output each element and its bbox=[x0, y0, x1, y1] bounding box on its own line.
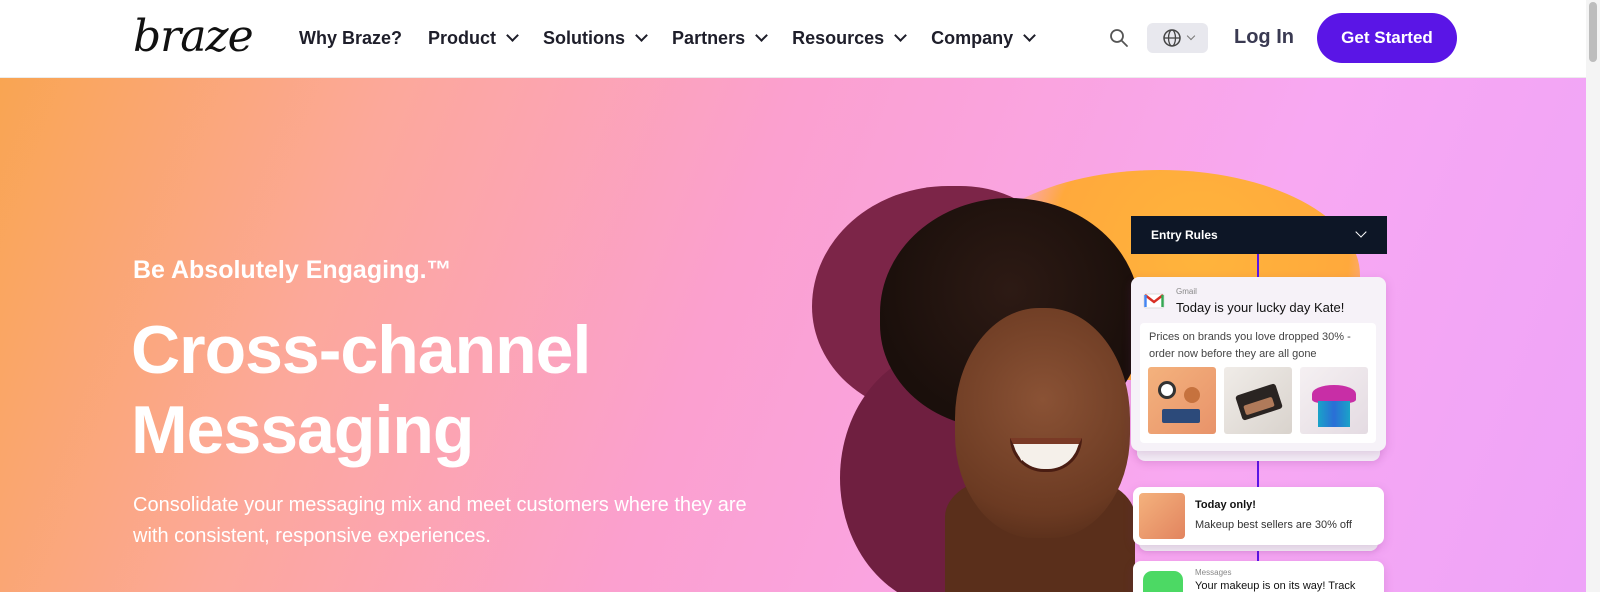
nav-item-company[interactable]: Company bbox=[931, 27, 1037, 49]
gmail-icon bbox=[1143, 293, 1165, 309]
entry-rules-bar: Entry Rules bbox=[1131, 216, 1387, 254]
product-image-makeup bbox=[1148, 367, 1216, 434]
nav-item-why-braze[interactable]: Why Braze? bbox=[299, 28, 402, 49]
gmail-body-text: Prices on brands you love dropped 30% - … bbox=[1149, 331, 1351, 360]
chevron-down-icon bbox=[506, 29, 519, 42]
hero-section: Be Absolutely Engaging.™ Cross-channel M… bbox=[0, 78, 1586, 592]
page-scrollbar[interactable] bbox=[1586, 0, 1600, 592]
main-nav: Why Braze? Product Solutions Partners Re… bbox=[299, 0, 1060, 76]
product-image-palette bbox=[1224, 367, 1292, 434]
messages-source-label: Messages bbox=[1195, 568, 1232, 577]
headline-line: Cross-channel bbox=[131, 312, 591, 388]
entry-rules-label: Entry Rules bbox=[1151, 228, 1218, 242]
chevron-down-icon bbox=[1355, 226, 1367, 238]
nav-item-resources[interactable]: Resources bbox=[792, 27, 908, 49]
braze-logo[interactable]: braze bbox=[133, 12, 254, 62]
globe-icon bbox=[1162, 29, 1181, 47]
nav-item-label: Company bbox=[931, 27, 1014, 48]
language-selector[interactable] bbox=[1147, 23, 1208, 53]
search-icon[interactable] bbox=[1108, 27, 1130, 49]
notification-text: Makeup best sellers are 30% off bbox=[1195, 519, 1352, 531]
product-image-brushes bbox=[1300, 367, 1368, 434]
chevron-down-icon bbox=[894, 29, 908, 42]
chevron-down-icon bbox=[635, 29, 648, 42]
product-image-makeup bbox=[1139, 493, 1185, 539]
login-link[interactable]: Log In bbox=[1234, 26, 1294, 49]
nav-item-label: Why Braze? bbox=[299, 27, 403, 48]
chevron-down-icon bbox=[755, 29, 768, 42]
nav-item-solutions[interactable]: Solutions bbox=[543, 27, 648, 49]
hero-tagline: Be Absolutely Engaging.™ bbox=[133, 256, 452, 284]
messages-app-icon bbox=[1143, 571, 1183, 592]
hero-headline: Cross-channel Messaging bbox=[131, 310, 831, 470]
nav-item-product[interactable]: Product bbox=[428, 27, 519, 49]
hero-subtext: Consolidate your messaging mix and meet … bbox=[133, 494, 747, 547]
get-started-button[interactable]: Get Started bbox=[1317, 13, 1457, 63]
notification-title: Today only! bbox=[1195, 499, 1256, 511]
nav-item-label: Product bbox=[428, 27, 497, 48]
gmail-message-card: Gmail Today is your lucky day Kate! Pric… bbox=[1131, 277, 1386, 451]
chevron-down-icon bbox=[1186, 31, 1195, 41]
messages-text: Your makeup is on its way! Track bbox=[1195, 580, 1356, 592]
gmail-subject: Today is your lucky day Kate! bbox=[1176, 300, 1345, 315]
push-notification-card: Today only! Makeup best sellers are 30% … bbox=[1133, 487, 1384, 545]
gmail-body-panel: Prices on brands you love dropped 30% - … bbox=[1140, 323, 1376, 443]
chevron-down-icon bbox=[1023, 29, 1037, 42]
scrollbar-thumb[interactable] bbox=[1589, 2, 1597, 62]
site-header: braze Why Braze? Product Solutions Partn… bbox=[0, 0, 1586, 78]
nav-item-label: Resources bbox=[792, 27, 885, 48]
headline-line: Messaging bbox=[131, 392, 474, 468]
model-photo-face bbox=[955, 308, 1130, 538]
nav-item-partners[interactable]: Partners bbox=[672, 27, 768, 49]
sms-message-card: Messages Your makeup is on its way! Trac… bbox=[1133, 561, 1384, 592]
gmail-source-label: Gmail bbox=[1176, 287, 1197, 296]
nav-item-label: Solutions bbox=[543, 27, 626, 48]
nav-item-label: Partners bbox=[672, 27, 746, 48]
